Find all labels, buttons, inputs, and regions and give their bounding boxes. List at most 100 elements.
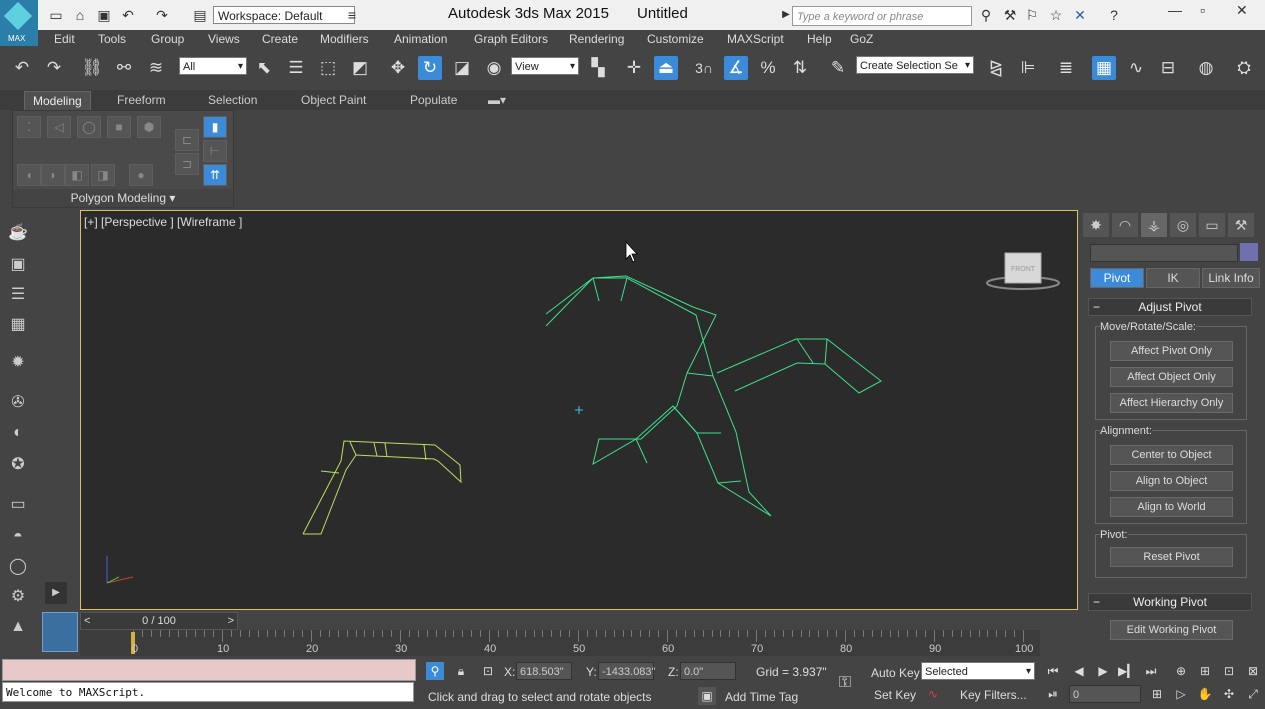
pin-stack-icon[interactable]: ⊢ — [203, 140, 227, 162]
ribbon-options-icon[interactable]: ▬▾ — [488, 93, 506, 107]
ignore-backfacing-icon[interactable]: ▮ — [203, 116, 227, 138]
x-coordinate-field[interactable]: 618.503" — [516, 662, 572, 680]
vertex-mode-icon[interactable]: ⁚ — [17, 116, 41, 138]
tab-modeling[interactable]: Modeling — [24, 91, 91, 111]
previous-frame-icon[interactable]: ◀ — [1070, 662, 1088, 680]
object-name-field[interactable] — [1090, 244, 1238, 262]
maxscript-listener-input[interactable] — [2, 659, 416, 681]
redo-icon[interactable]: ↷ — [42, 56, 66, 80]
tree-wireframe-object[interactable] — [545, 275, 882, 517]
time-tag-icon[interactable]: ▣ — [698, 687, 716, 705]
mirror-icon[interactable]: ⧎ — [984, 56, 1008, 80]
modify-mode-icon[interactable]: ⇈ — [203, 164, 227, 186]
menu-help[interactable]: Help — [807, 32, 832, 46]
current-frame-field[interactable]: 0 — [1069, 685, 1141, 703]
teapot-icon[interactable]: ☕ — [7, 222, 29, 244]
help-icon[interactable]: ? — [1106, 7, 1122, 23]
edit-working-pivot-button[interactable]: Edit Working Pivot — [1110, 620, 1233, 640]
tab-selection[interactable]: Selection — [208, 93, 257, 107]
tab-object-paint[interactable]: Object Paint — [301, 93, 366, 107]
set-key-button[interactable]: Set Key — [874, 688, 916, 702]
key-mode-toggle-icon[interactable]: ⏯ — [1044, 685, 1062, 703]
field-of-view-icon[interactable]: ▷ — [1172, 685, 1190, 703]
show-end-result-icon[interactable]: ◨ — [91, 164, 115, 186]
menu-tools[interactable]: Tools — [98, 32, 126, 46]
element-mode-icon[interactable]: ⬢ — [137, 116, 161, 138]
polygon-modeling-panel-button[interactable]: Polygon Modeling ▾ — [13, 189, 233, 207]
spinner-snap-icon[interactable]: ⇅ — [788, 56, 812, 80]
absolute-mode-icon[interactable]: ⊡ — [479, 662, 497, 680]
align-to-world-button[interactable]: Align to World — [1110, 497, 1233, 517]
circle-icon[interactable]: ◯ — [7, 556, 29, 578]
zoom-extents-all-icon[interactable]: ⊠ — [1244, 662, 1262, 680]
subscription-icon[interactable]: ⚒ — [1002, 7, 1018, 23]
search-input[interactable]: Type a keyword or phrase — [792, 6, 972, 26]
affect-hierarchy-only-button[interactable]: Affect Hierarchy Only — [1110, 393, 1233, 413]
reset-pivot-button[interactable]: Reset Pivot — [1110, 547, 1233, 567]
perspective-viewport[interactable]: [+] [Perspective ] [Wireframe ] FRONT — [80, 210, 1078, 610]
mini-curve-preview[interactable] — [42, 612, 78, 652]
app-logo-button[interactable]: MAX — [0, 0, 38, 46]
select-scale-icon[interactable]: ◪ — [450, 56, 474, 80]
orbit-icon[interactable]: ✣ — [1220, 685, 1238, 703]
zoom-extents-icon[interactable]: ⊡ — [1220, 662, 1238, 680]
arm-wireframe-object[interactable] — [302, 440, 462, 535]
next-modifier-icon[interactable]: ◗ — [41, 164, 65, 186]
named-selection-dropdown[interactable]: Create Selection Se — [856, 56, 974, 75]
adjust-pivot-rollout[interactable]: − Adjust Pivot — [1088, 298, 1252, 316]
layer-manager-icon[interactable]: ≣ — [1054, 56, 1078, 80]
subtab-ik[interactable]: IK — [1146, 268, 1200, 288]
go-to-end-icon[interactable]: ⏭ — [1142, 662, 1160, 680]
workspace-dropdown[interactable]: Workspace: Default — [213, 6, 355, 24]
minimize-icon[interactable]: — — [1168, 2, 1182, 18]
exchange-icon[interactable]: ✕ — [1072, 7, 1088, 23]
motion-tab-icon[interactable]: ◎ — [1170, 213, 1196, 237]
menu-modifiers[interactable]: Modifiers — [320, 32, 369, 46]
selection-filter-dropdown[interactable]: All — [179, 57, 247, 76]
menu-group[interactable]: Group — [151, 32, 184, 46]
bind-space-warp-icon[interactable]: ≋ — [144, 56, 168, 80]
percent-snap-icon[interactable]: % — [756, 56, 780, 80]
affect-object-only-button[interactable]: Affect Object Only — [1110, 367, 1233, 387]
select-object-icon[interactable]: ⬉ — [252, 56, 276, 80]
rectangular-selection-icon[interactable]: ⬚ — [316, 56, 340, 80]
time-slider[interactable]: < 0 / 100 > — [80, 612, 238, 630]
display-tab-icon[interactable]: ▭ — [1199, 213, 1225, 237]
project-folder-icon[interactable]: ▤ — [192, 7, 208, 23]
menu-maxscript[interactable]: MAXScript — [727, 32, 784, 46]
undo-icon[interactable]: ↶ — [10, 56, 34, 80]
set-key-icon[interactable]: ⚿ — [836, 674, 854, 692]
angle-snap-icon[interactable]: ∡ — [724, 56, 748, 80]
isolate-selection-icon[interactable]: ⚲ — [426, 662, 444, 680]
key-mode-icon[interactable]: ∿ — [924, 685, 942, 703]
tab-freeform[interactable]: Freeform — [117, 93, 166, 107]
border-mode-icon[interactable]: ◯ — [77, 116, 101, 138]
utilities-tab-icon[interactable]: ⚒ — [1228, 213, 1254, 237]
object-color-swatch[interactable] — [1240, 243, 1258, 261]
collapse-stack-icon[interactable]: ⊏ — [175, 129, 199, 151]
redo-icon[interactable]: ↷ — [154, 7, 170, 23]
table-icon[interactable]: ▦ — [7, 314, 29, 336]
maximize-viewport-icon[interactable]: ⤢ — [1244, 685, 1262, 703]
open-file-icon[interactable]: ⌂ — [72, 7, 88, 23]
menu-edit[interactable]: Edit — [54, 32, 75, 46]
maxscript-listener-output[interactable]: Welcome to MAXScript. — [2, 682, 414, 702]
camera-icon[interactable]: ✇ — [7, 392, 29, 414]
time-next-button[interactable]: > — [228, 613, 234, 629]
edge-mode-icon[interactable]: ◁ — [47, 116, 71, 138]
add-time-tag-button[interactable]: Add Time Tag — [725, 690, 798, 704]
favorites-star-icon[interactable]: ☆ — [1048, 7, 1064, 23]
communication-icon[interactable]: ⚐ — [1024, 7, 1040, 23]
zoom-all-icon[interactable]: ⊞ — [1196, 662, 1214, 680]
keyboard-shortcut-override-icon[interactable]: ⏏ — [654, 56, 678, 80]
render-frame-icon[interactable]: ▣ — [7, 254, 29, 276]
window-crossing-icon[interactable]: ◩ — [348, 56, 372, 80]
reference-coordinate-dropdown[interactable]: View — [511, 57, 579, 76]
render-camera-icon[interactable]: ✪ — [7, 454, 29, 476]
render-setup-icon[interactable]: ⛭ — [1232, 56, 1256, 80]
menu-animation[interactable]: Animation — [394, 32, 447, 46]
menu-goz[interactable]: GoZ — [850, 32, 873, 46]
light-icon[interactable]: ✹ — [7, 352, 29, 374]
preserve-uvs-icon[interactable]: ◧ — [65, 164, 89, 186]
select-move-icon[interactable]: ✥ — [386, 56, 410, 80]
